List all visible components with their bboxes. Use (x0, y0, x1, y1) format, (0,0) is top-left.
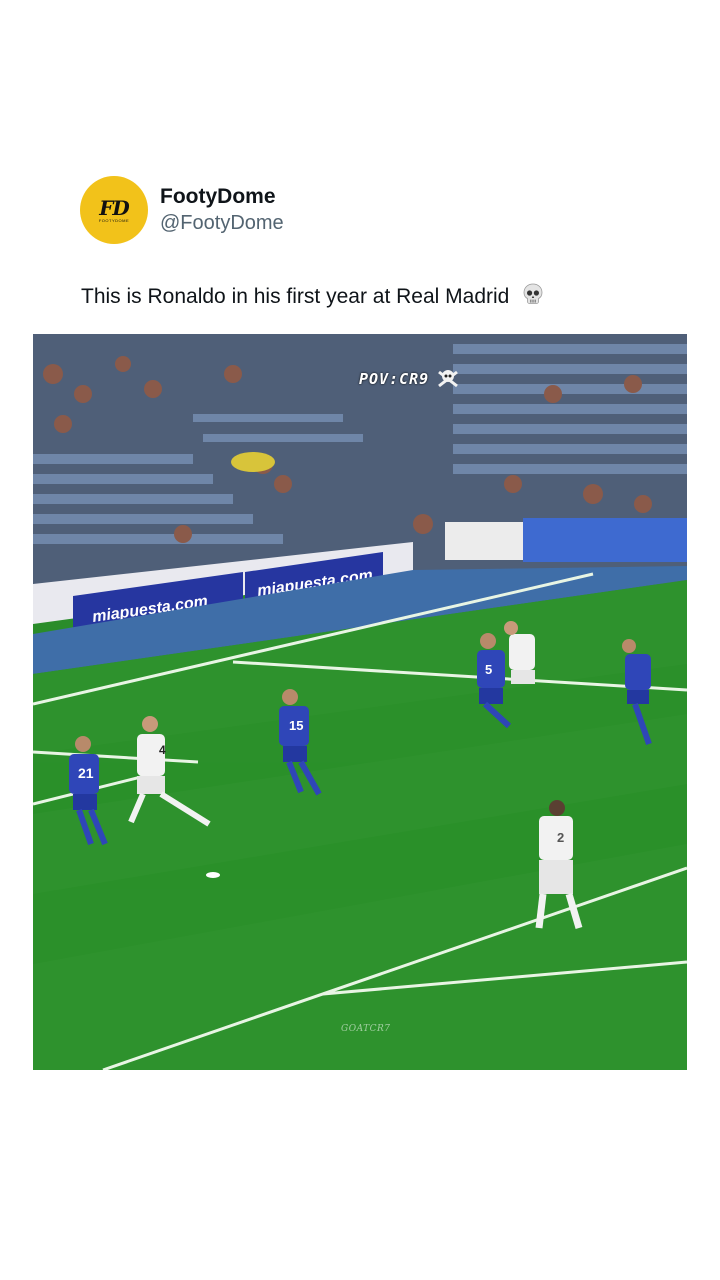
ad-board-white (445, 522, 523, 560)
author-names: FootyDome @FootyDome (160, 184, 284, 236)
pov-overlay-text: POV:CR9 (359, 370, 430, 388)
avatar[interactable]: FD FOOTYDOME (80, 176, 148, 244)
avatar-logo: FD (99, 195, 130, 220)
avatar-logo-sub: FOOTYDOME (98, 217, 130, 223)
watermark: GOATCR7 (341, 1024, 391, 1034)
player-number-4: 4 (159, 743, 166, 757)
ad-board-right (523, 518, 687, 562)
post-header: FD FOOTYDOME FootyDome @FootyDome (80, 175, 284, 245)
player-number-5: 5 (485, 662, 492, 677)
caption-text: This is Ronaldo in his first year at Rea… (81, 285, 510, 308)
post-caption: This is Ronaldo in his first year at Rea… (81, 281, 545, 316)
handle[interactable]: @FootyDome (160, 210, 284, 236)
player-number-2: 2 (557, 830, 564, 845)
player-number-15: 15 (289, 718, 303, 733)
yellow-umbrella (231, 452, 275, 472)
ball (206, 872, 220, 878)
match-scene: miapuesta.com miapuesta.com 4 21 15 5 2 (33, 334, 687, 1070)
skull-icon (521, 282, 545, 316)
video-player[interactable]: miapuesta.com miapuesta.com 4 21 15 5 2 … (33, 334, 687, 1070)
player-number-21: 21 (78, 765, 94, 781)
display-name[interactable]: FootyDome (160, 184, 284, 210)
